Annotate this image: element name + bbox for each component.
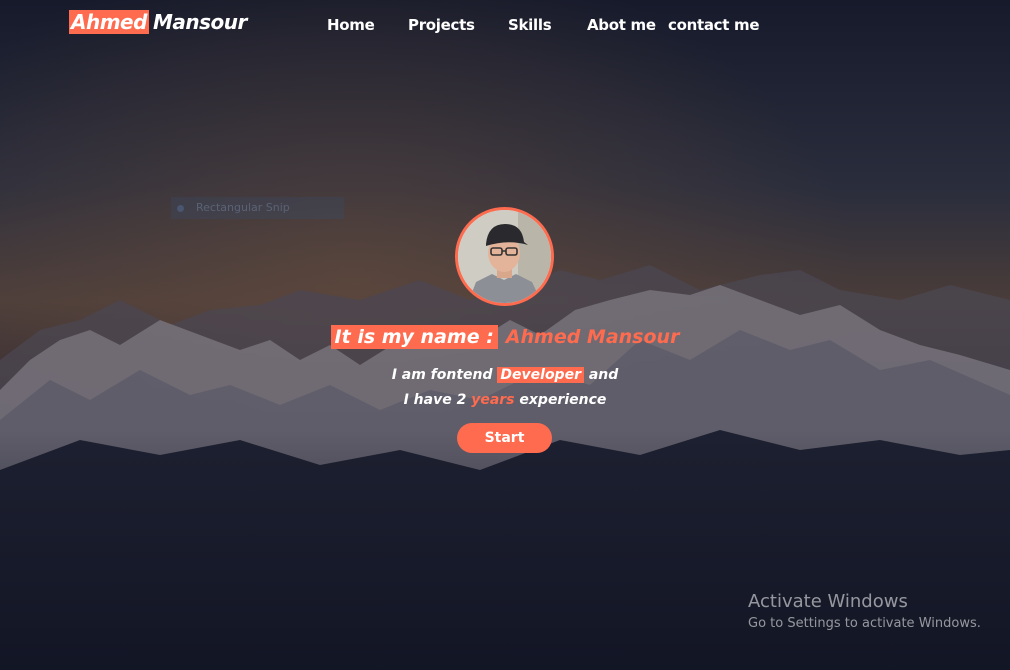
desc2-text-a: I have 2 [403, 392, 467, 408]
nav-links: Home Projects Skills Abot me contact me [0, 16, 1010, 38]
snip-tool-overlay: Rectangular Snip [171, 197, 344, 219]
start-button[interactable]: Start [457, 423, 552, 453]
snip-label: Rectangular Snip [196, 201, 290, 214]
developer-highlight: Developer [497, 367, 584, 383]
hero-description-line-1: I am fontend Developer and [0, 367, 1010, 383]
snip-icon [177, 204, 184, 212]
hero-name-line: It is my name : Ahmed Mansour [0, 325, 1010, 349]
desc1-text-a: I am fontend [391, 367, 493, 383]
profile-avatar [455, 207, 554, 306]
desc1-text-b: and [588, 367, 619, 383]
profile-photo [458, 210, 551, 303]
hero-description-line-2: I have 2 years experience [0, 392, 1010, 408]
nav-link-projects[interactable]: Projects [408, 16, 475, 34]
watermark-subtitle: Go to Settings to activate Windows. [748, 616, 981, 631]
name-prefix: It is my name : [330, 325, 498, 349]
nav-link-skills[interactable]: Skills [508, 16, 552, 34]
top-navbar: Ahmed Mansour Home Projects Skills Abot m… [0, 0, 1010, 52]
years-accent: years [471, 392, 515, 408]
desc2-text-b: experience [519, 392, 607, 408]
hero-name: Ahmed Mansour [505, 326, 680, 348]
activate-windows-watermark: Activate Windows Go to Settings to activ… [748, 591, 981, 631]
watermark-title: Activate Windows [748, 591, 908, 612]
nav-link-contact[interactable]: contact me [668, 16, 760, 34]
nav-link-home[interactable]: Home [327, 16, 375, 34]
nav-link-about[interactable]: Abot me [587, 16, 656, 34]
